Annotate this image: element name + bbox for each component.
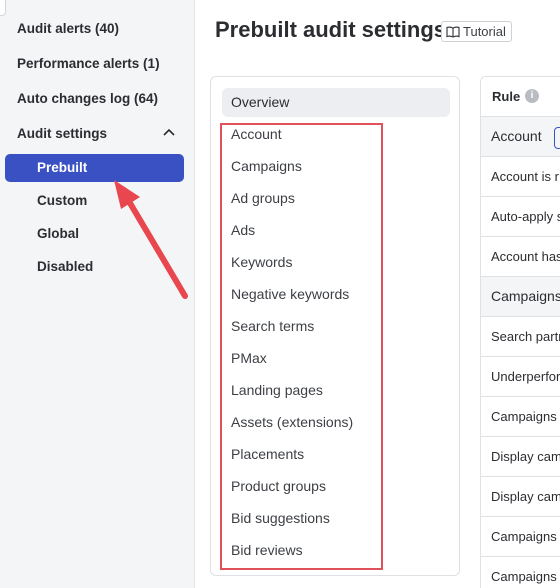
app-root: Audit alerts (40) Performance alerts (1)… <box>0 0 560 588</box>
annotation-arrow-icon <box>114 180 188 299</box>
